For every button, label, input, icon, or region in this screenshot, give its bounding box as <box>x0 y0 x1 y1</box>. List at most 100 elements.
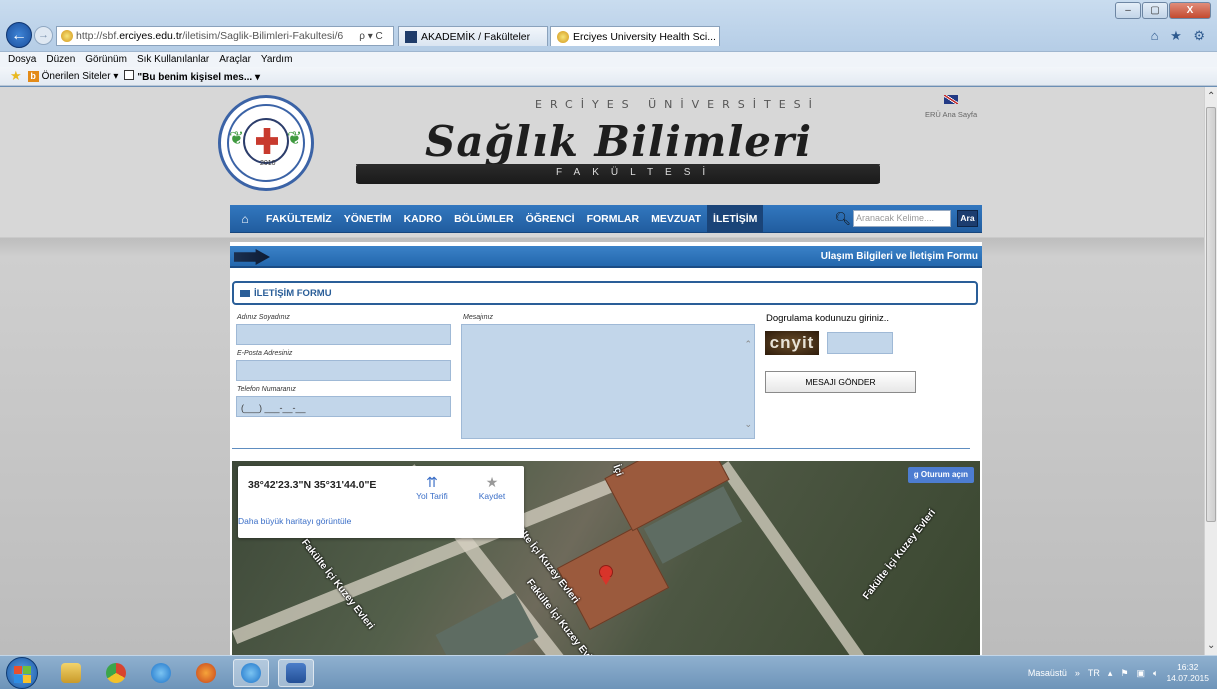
address-url[interactable]: http://sbf.erciyes.edu.tr/iletisim/Sagli… <box>76 30 349 42</box>
logo-year: 2010 <box>260 160 276 167</box>
taskbar-firefox[interactable] <box>188 659 224 687</box>
uk-flag-icon[interactable] <box>944 95 959 104</box>
language-indicator[interactable]: TR <box>1088 668 1100 678</box>
nav-bolumler[interactable]: BÖLÜMLER <box>448 205 520 233</box>
search-icon[interactable]: 🔍︎ <box>834 211 851 227</box>
name-field[interactable] <box>236 324 451 345</box>
forward-button[interactable]: → <box>34 26 53 45</box>
message-label: Mesajınız <box>463 314 493 321</box>
close-button[interactable]: X <box>1169 2 1211 19</box>
page-scrollbar[interactable]: ⌃ ⌄ <box>1204 87 1217 655</box>
nav-mevzuat[interactable]: MEVZUAT <box>645 205 707 233</box>
folder-icon <box>61 663 81 683</box>
email-label: E-Posta Adresiniz <box>237 350 293 357</box>
nav-fakultemiz[interactable]: FAKÜLTEMİZ <box>260 205 338 233</box>
page-title: Ulaşım Bilgileri ve İletişim Formu <box>820 251 978 262</box>
address-bar[interactable]: http://sbf.erciyes.edu.tr/iletisim/Sagli… <box>56 26 394 46</box>
taskbar-word[interactable] <box>278 659 314 687</box>
taskbar-chrome[interactable] <box>98 659 134 687</box>
search-input[interactable]: Aranacak Kelime.... <box>853 210 951 227</box>
menu-dosya[interactable]: Dosya <box>8 54 36 65</box>
tab-erciyes[interactable]: Erciyes University Health Sci... × <box>550 26 720 46</box>
back-button[interactable]: ← <box>6 22 32 48</box>
section-title-bar: Ulaşım Bilgileri ve İletişim Formu <box>230 246 982 268</box>
home-icon[interactable]: ⌂ <box>230 212 260 226</box>
taskbar-ie[interactable] <box>143 659 179 687</box>
google-g-icon: g <box>913 470 921 479</box>
scroll-up-arrow-icon[interactable]: ⌃ <box>1207 91 1215 102</box>
menu-help[interactable]: Yardım <box>261 54 293 65</box>
nav-kadro[interactable]: KADRO <box>398 205 449 233</box>
map-coordinates: 38°42'23.3"N 35°31'44.0"E <box>248 479 377 491</box>
nav-ogrenci[interactable]: ÖĞRENCİ <box>520 205 581 233</box>
email-field[interactable] <box>236 360 451 381</box>
toolbar-right-icons[interactable]: ⌂ ★ ⚙ <box>1151 28 1209 44</box>
clock[interactable]: 16:32 14.07.2015 <box>1166 662 1209 684</box>
map-road-label: Fakülte İçi Kuzey Evleri <box>861 507 939 602</box>
map-info-card: 38°42'23.3"N 35°31'44.0"E ⇈ Yol Tarifi ★… <box>238 466 524 538</box>
scroll-down-arrow-icon[interactable]: ⌄ <box>1207 640 1215 651</box>
captcha-label: Dogrulama kodunuzu giriniz.. <box>766 313 890 324</box>
taskbar-ie-active[interactable] <box>233 659 269 687</box>
message-textarea[interactable]: ⌃ ⌄ <box>461 324 755 439</box>
directions-icon: ⇈ <box>426 474 438 490</box>
captcha-image: cnyit <box>765 331 819 355</box>
nav-yonetim[interactable]: YÖNETİM <box>338 205 398 233</box>
taskbar-explorer[interactable] <box>53 659 89 687</box>
suggested-sites-link[interactable]: b Önerilen Siteler ▾ <box>27 70 118 82</box>
menu-duzen[interactable]: Düzen <box>46 54 75 65</box>
browser-titlebar: – ▢ X ← → http://sbf.erciyes.edu.tr/ilet… <box>0 0 1217 52</box>
favorites-star-icon[interactable]: ★ <box>10 68 22 84</box>
map-pin-icon[interactable] <box>599 565 613 585</box>
windows-logo-icon <box>14 666 22 674</box>
search-button[interactable]: Ara <box>957 210 978 227</box>
fakulte-band: FAKÜLTESİ <box>356 164 880 184</box>
nav-iletisim[interactable]: İLETİŞİM <box>707 204 764 233</box>
menu-bar: Dosya Düzen Görünüm Sık Kullanılanlar Ar… <box>0 52 1217 67</box>
menu-tools[interactable]: Araçlar <box>219 54 251 65</box>
ie-icon <box>151 663 171 683</box>
menu-gorunum[interactable]: Görünüm <box>85 54 127 65</box>
phone-label: Telefon Numaranız <box>237 386 296 393</box>
desktop-toolbar[interactable]: Masaüstü <box>1028 668 1067 678</box>
tray-expand-icon[interactable]: ▴ <box>1108 668 1113 679</box>
content-panel: Ulaşım Bilgileri ve İletişim Formu İLETİ… <box>230 242 982 655</box>
directions-button[interactable]: ⇈ Yol Tarifi <box>412 474 452 501</box>
arrow-icon <box>234 249 270 265</box>
scroll-up-icon[interactable]: ⌃ <box>744 339 752 350</box>
address-actions[interactable]: ρ ▾ C <box>349 31 393 42</box>
page-icon <box>124 69 135 80</box>
map-parking <box>435 592 539 655</box>
site-favicon-icon <box>61 30 73 42</box>
maximize-button[interactable]: ▢ <box>1142 2 1168 19</box>
captcha-input[interactable] <box>827 332 893 354</box>
save-place-button[interactable]: ★ Kaydet <box>472 474 512 501</box>
scrollbar-thumb[interactable] <box>1206 107 1216 522</box>
nav-formlar[interactable]: FORMLAR <box>581 205 646 233</box>
start-button[interactable] <box>6 657 38 689</box>
tab-akademik[interactable]: AKADEMİK / Fakülteler <box>398 26 548 46</box>
map-road <box>718 461 878 655</box>
logo-laurel-right-icon: ❦ <box>287 128 303 148</box>
larger-map-link[interactable]: Daha büyük haritayı görüntüle <box>238 516 388 526</box>
taskbar: Masaüstü » TR ▴ ⚑ ▣ 🔈︎ 16:32 14.07.2015 <box>0 655 1217 689</box>
flag-icon[interactable]: ⚑ <box>1120 668 1128 679</box>
eru-home-link[interactable]: ERÜ Ana Sayfa <box>925 95 977 119</box>
network-icon[interactable]: ▣ <box>1137 668 1146 679</box>
phone-field[interactable]: (___) ___-__-__ <box>236 396 451 417</box>
minimize-button[interactable]: – <box>1115 2 1141 19</box>
menu-favorites[interactable]: Sık Kullanılanlar <box>137 54 209 65</box>
pinned-favorite-link[interactable]: "Bu benim kişisel mes... ▾ <box>124 69 260 83</box>
faculty-brand-title: Sağlık Bilimleri <box>425 117 813 166</box>
send-message-button[interactable]: MESAJI GÖNDER <box>765 371 916 393</box>
faculty-logo[interactable]: ❦ ❦ 2010 <box>218 95 314 191</box>
ie-icon <box>241 663 261 683</box>
volume-icon[interactable]: 🔈︎ <box>1153 668 1158 679</box>
map-signin-button[interactable]: g Oturum açın <box>907 467 974 483</box>
map-embed[interactable]: Fakülte İçi Kuzey Evleri Fakülte İçi Kuz… <box>232 461 980 655</box>
word-icon <box>286 663 306 683</box>
toolbar-chevron-icon[interactable]: » <box>1075 668 1080 678</box>
logo-laurel-left-icon: ❦ <box>229 128 245 148</box>
scroll-down-icon[interactable]: ⌄ <box>744 419 752 430</box>
star-icon: ★ <box>485 474 499 490</box>
